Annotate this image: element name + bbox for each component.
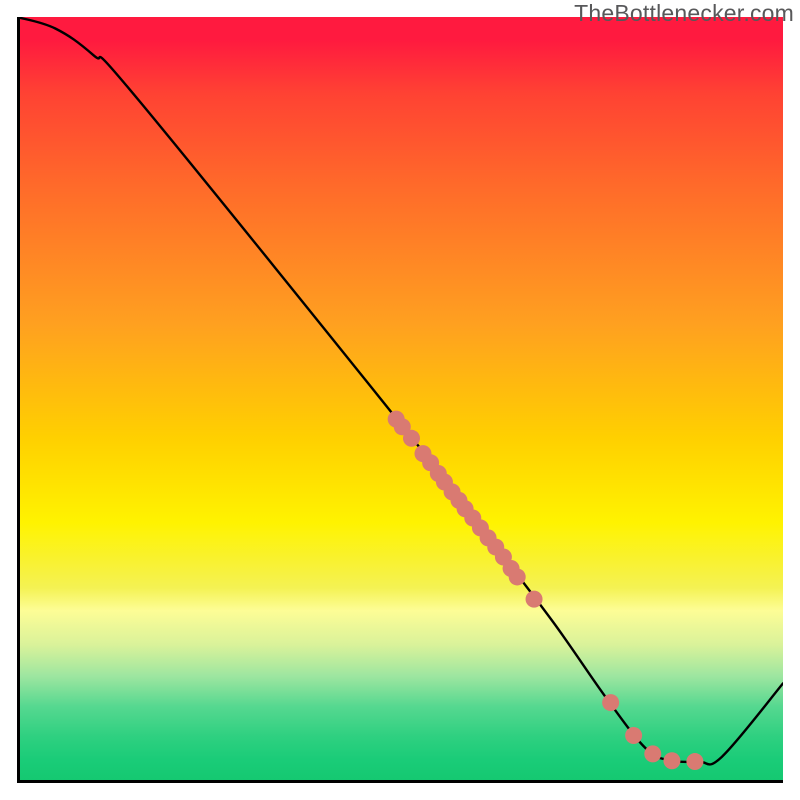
watermark-text: TheBottlenecker.com <box>574 0 794 27</box>
severity-gradient-background <box>17 17 783 783</box>
bottleneck-plot <box>17 17 783 783</box>
